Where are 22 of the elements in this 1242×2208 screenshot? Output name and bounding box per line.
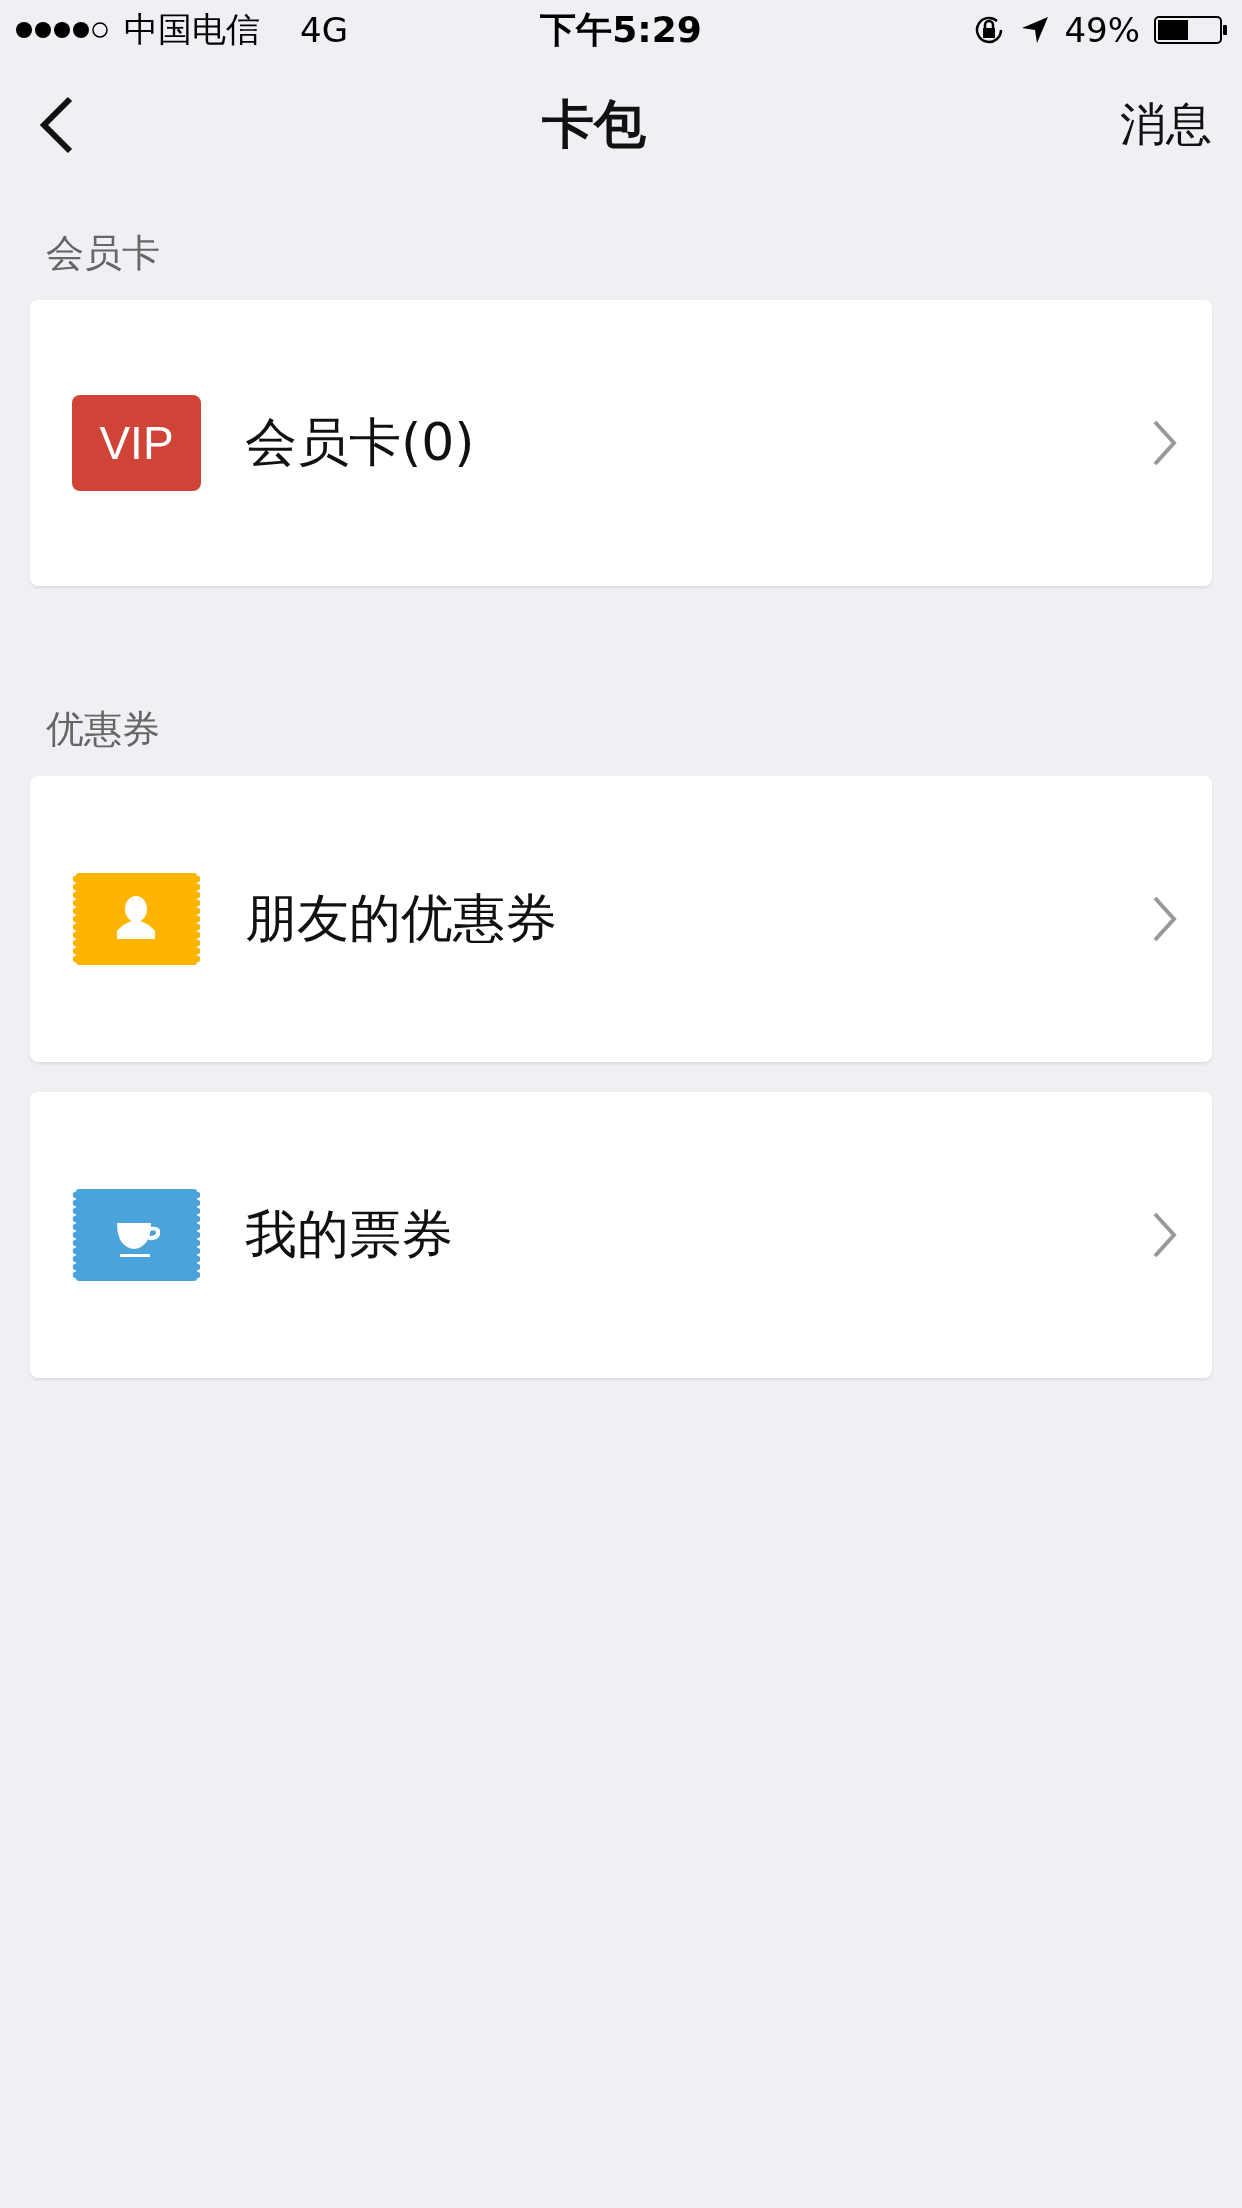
location-arrow-icon <box>1020 15 1051 45</box>
section-label: 优惠券 <box>45 706 161 753</box>
vip-badge: VIP <box>72 395 201 491</box>
chevron-icon <box>1152 1211 1178 1259</box>
status-time: 下午5:29 <box>540 7 702 52</box>
list-card[interactable]: 朋友的优惠券 <box>30 776 1212 1062</box>
network-type: 4G <box>300 10 348 50</box>
item-title: 会员卡(0) <box>245 411 476 474</box>
battery-icon <box>1154 15 1228 45</box>
list-card[interactable]: 我的票券 <box>30 1092 1212 1378</box>
page-title: 卡包 <box>542 93 646 156</box>
person-ticket-icon <box>72 871 201 967</box>
cup-ticket-icon <box>72 1187 201 1283</box>
item-title: 我的票券 <box>245 1203 454 1266</box>
list-card[interactable]: VIP 会员卡(0) <box>30 300 1212 586</box>
item-title: 朋友的优惠券 <box>245 887 558 950</box>
battery-percent: 49% <box>1064 10 1140 50</box>
messages-link[interactable]: 消息 <box>1112 94 1212 156</box>
chevron-icon <box>1152 419 1178 467</box>
chevron-icon <box>1152 895 1178 943</box>
carrier-name: 中国电信 <box>124 8 260 51</box>
section-label: 会员卡 <box>45 230 161 277</box>
